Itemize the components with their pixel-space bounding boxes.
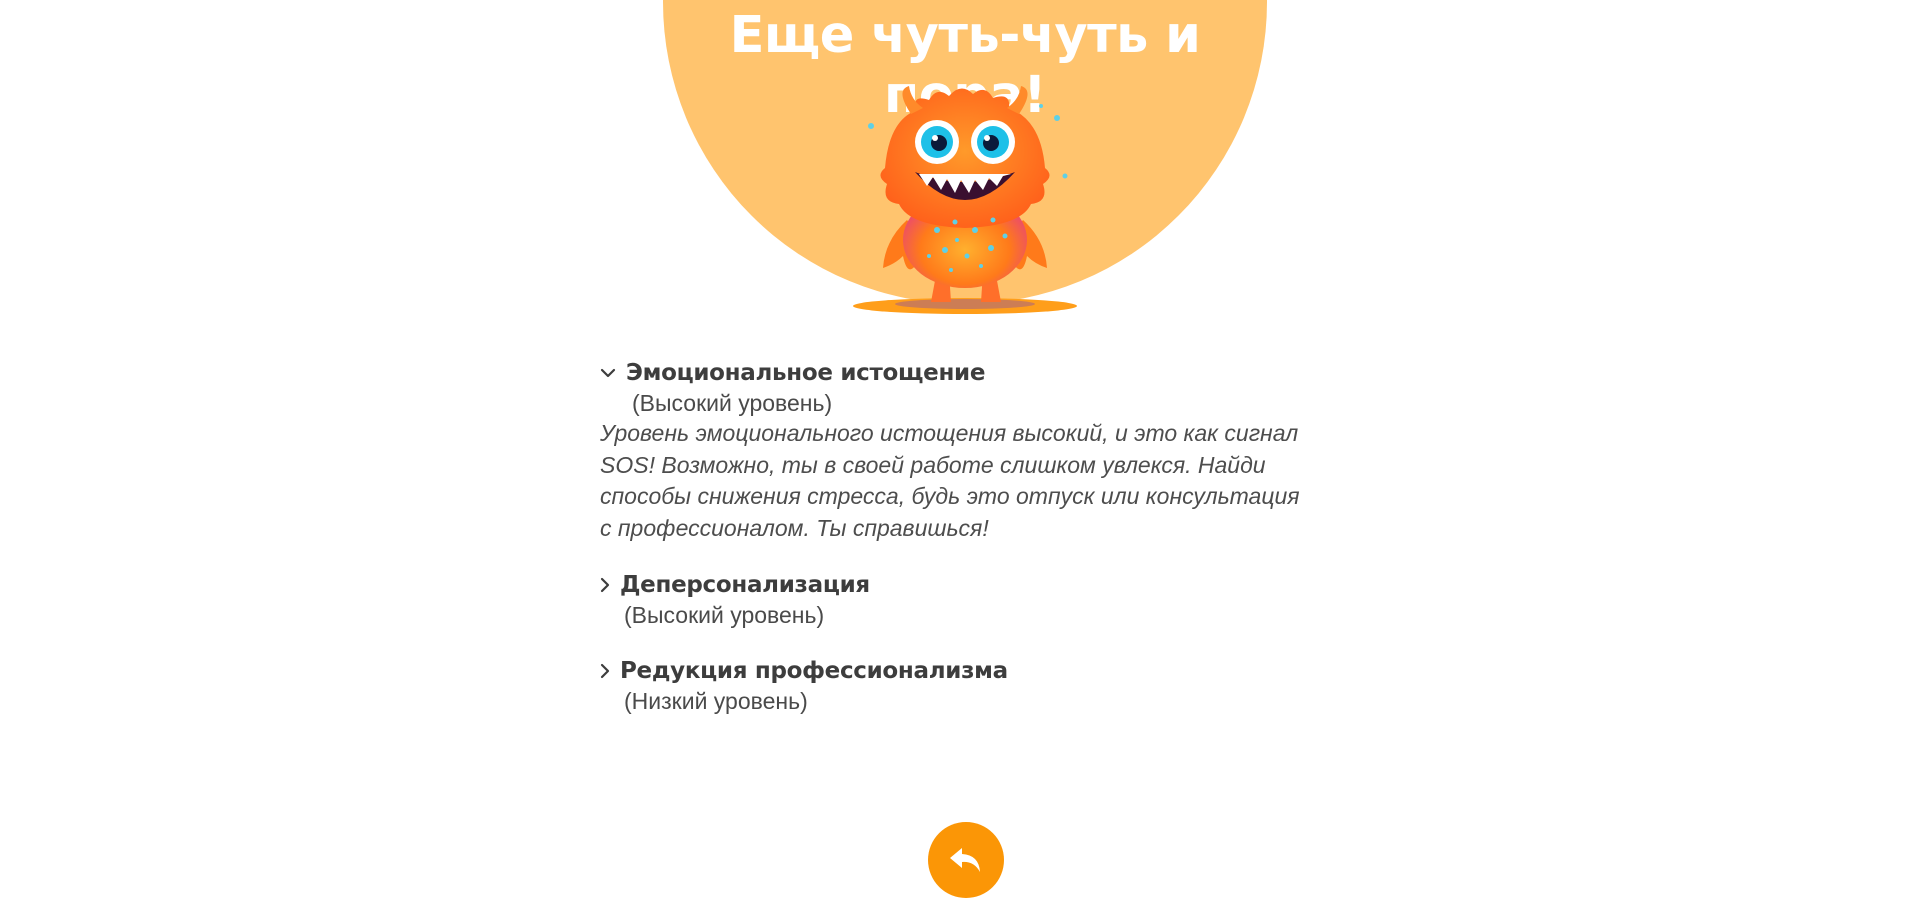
- results-page: Еще чуть-чуть и пора!: [0, 0, 1920, 907]
- back-arrow-icon: [950, 848, 980, 872]
- result-level: (Высокий уровень): [632, 390, 833, 416]
- result-title: Деперсонализация: [620, 572, 870, 598]
- result-level: (Высокий уровень): [624, 602, 825, 628]
- back-button[interactable]: [928, 822, 1004, 898]
- chevron-right-icon: [598, 661, 612, 681]
- result-item-depersonalization: Деперсонализация (Высокий уровень): [600, 572, 1320, 630]
- accordion-header-professional-reduction[interactable]: Редукция профессионализма: [600, 658, 1320, 684]
- results-list: Эмоциональное истощение (Высокий уровень…: [600, 360, 1320, 744]
- chevron-right-icon: [598, 575, 612, 595]
- accordion-header-emotional-exhaustion[interactable]: Эмоциональное истощение: [600, 360, 1320, 386]
- result-title: Эмоциональное истощение: [626, 360, 986, 386]
- result-description: Уровень эмоционального истощения высокий…: [600, 420, 1300, 541]
- result-title: Редукция профессионализма: [620, 658, 1008, 684]
- result-item-emotional-exhaustion: Эмоциональное истощение (Высокий уровень…: [600, 360, 1320, 544]
- accordion-header-depersonalization[interactable]: Деперсонализация: [600, 572, 1320, 598]
- monster-illustration: [853, 86, 1077, 314]
- result-item-professional-reduction: Редукция профессионализма (Низкий уровен…: [600, 658, 1320, 716]
- chevron-down-icon: [598, 363, 618, 383]
- result-level: (Низкий уровень): [624, 688, 808, 714]
